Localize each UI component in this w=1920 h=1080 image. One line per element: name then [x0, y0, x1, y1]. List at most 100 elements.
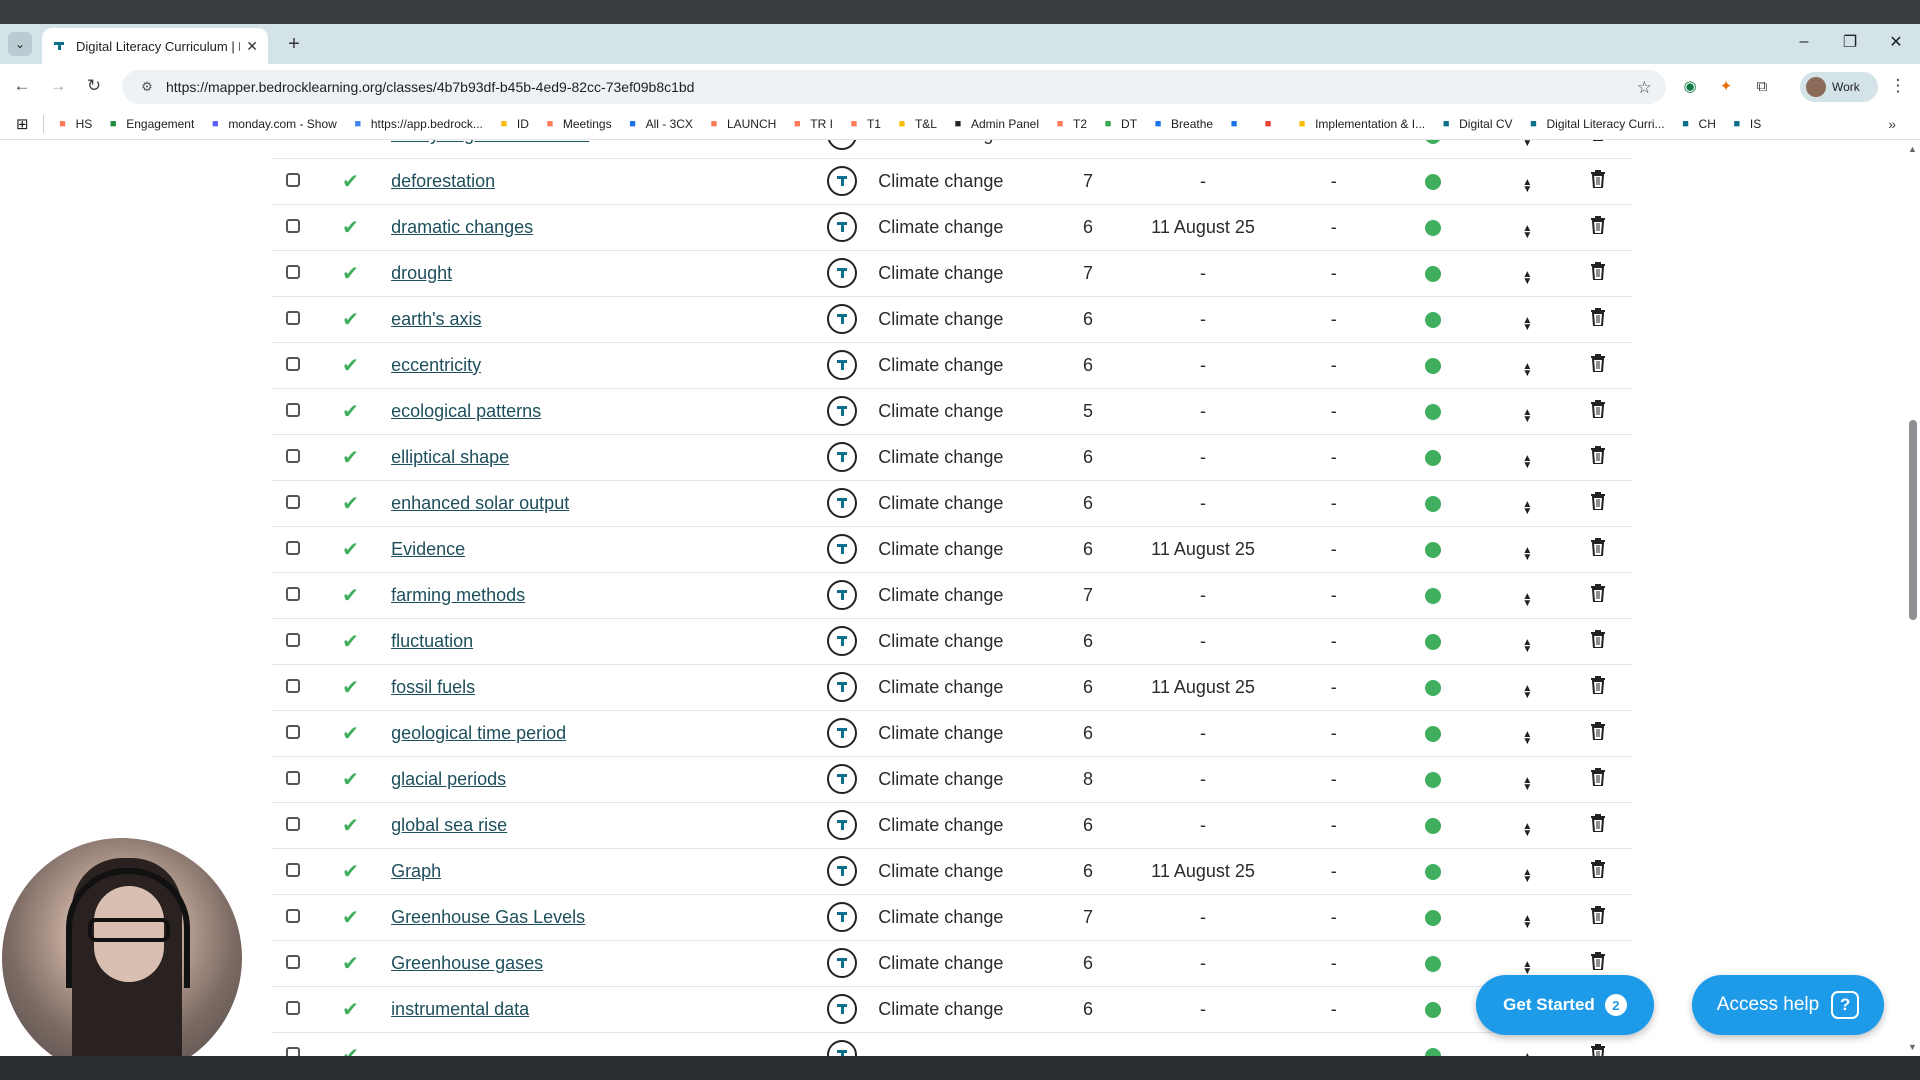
- row-checkbox[interactable]: [285, 494, 300, 509]
- sort-arrows-icon[interactable]: ▲▼: [1522, 178, 1532, 195]
- word-link[interactable]: elliptical shape: [391, 447, 509, 467]
- restore-icon[interactable]: ❐: [1836, 30, 1864, 54]
- sort-arrows-icon[interactable]: ▲▼: [1522, 224, 1532, 241]
- row-checkbox[interactable]: [285, 724, 300, 739]
- scroll-down-arrow-icon[interactable]: ▼: [1908, 1042, 1917, 1052]
- tab-search-chevron-icon[interactable]: ⌄: [8, 32, 32, 56]
- more-bookmarks-chevron-icon[interactable]: »: [1888, 116, 1896, 132]
- trash-icon[interactable]: [1590, 1043, 1606, 1057]
- row-checkbox[interactable]: [285, 218, 300, 233]
- word-link[interactable]: Graph: [391, 861, 441, 881]
- trash-icon[interactable]: [1590, 859, 1606, 879]
- word-link[interactable]: Greenhouse Gas Levels: [391, 907, 585, 927]
- trash-icon[interactable]: [1590, 583, 1606, 603]
- grammarly-extension-icon[interactable]: ◉: [1678, 74, 1702, 98]
- trash-icon[interactable]: [1590, 629, 1606, 649]
- word-link[interactable]: earth's axis: [391, 309, 481, 329]
- row-checkbox[interactable]: [285, 908, 300, 923]
- bookmark-item[interactable]: ■ monday.com - Show: [208, 117, 337, 131]
- tab-close-icon[interactable]: ✕: [246, 38, 258, 55]
- sort-arrows-icon[interactable]: ▲▼: [1522, 638, 1532, 655]
- word-link[interactable]: farming methods: [391, 585, 525, 605]
- sort-arrows-icon[interactable]: ▲▼: [1522, 362, 1532, 379]
- word-link[interactable]: drought: [391, 263, 452, 283]
- row-checkbox[interactable]: [285, 678, 300, 693]
- word-link[interactable]: instrumental data: [391, 999, 529, 1019]
- word-link[interactable]: Evidence: [391, 539, 465, 559]
- url-text[interactable]: https://mapper.bedrocklearning.org/class…: [166, 79, 694, 95]
- row-checkbox[interactable]: [285, 172, 300, 187]
- word-link[interactable]: dramatic changes: [391, 217, 533, 237]
- bookmark-item[interactable]: ■ Implementation & I...: [1295, 117, 1425, 131]
- sort-arrows-icon[interactable]: ▲▼: [1522, 684, 1532, 701]
- trash-icon[interactable]: [1590, 767, 1606, 787]
- bookmark-item[interactable]: ■ Digital CV: [1439, 117, 1513, 131]
- browser-menu-icon[interactable]: ⋮: [1886, 74, 1910, 98]
- row-checkbox[interactable]: [285, 402, 300, 417]
- bookmark-item[interactable]: ■ Meetings: [543, 117, 612, 131]
- trash-icon[interactable]: [1590, 491, 1606, 511]
- row-checkbox[interactable]: [285, 954, 300, 969]
- row-checkbox[interactable]: [285, 310, 300, 325]
- scroll-thumb[interactable]: [1909, 420, 1917, 620]
- word-link[interactable]: eccentricity: [391, 355, 481, 375]
- bookmark-item[interactable]: ■ Digital Literacy Curri...: [1527, 117, 1664, 131]
- trash-icon[interactable]: [1590, 307, 1606, 327]
- word-link[interactable]: global sea rise: [391, 815, 507, 835]
- trash-icon[interactable]: [1590, 445, 1606, 465]
- bookmark-item[interactable]: ■ Engagement: [106, 117, 194, 131]
- row-checkbox[interactable]: [285, 632, 300, 647]
- word-link[interactable]: fossil fuels: [391, 677, 475, 697]
- window-close-icon[interactable]: ✕: [1882, 30, 1910, 54]
- sort-arrows-icon[interactable]: ▲▼: [1522, 868, 1532, 885]
- word-link[interactable]: enhanced solar output: [391, 493, 569, 513]
- row-checkbox[interactable]: [285, 816, 300, 831]
- minimize-icon[interactable]: –: [1790, 30, 1818, 54]
- ai-sparkle-extension-icon[interactable]: ✦: [1714, 74, 1738, 98]
- trash-icon[interactable]: [1590, 721, 1606, 741]
- get-started-button[interactable]: Get Started 2: [1476, 975, 1654, 1035]
- tab-active[interactable]: Digital Literacy Curriculum | Be... ✕: [42, 28, 268, 64]
- word-link[interactable]: glacial periods: [391, 769, 506, 789]
- row-checkbox[interactable]: [285, 540, 300, 555]
- scrollbar[interactable]: ▲ ▼: [1906, 140, 1920, 1056]
- bookmark-item[interactable]: ■ HS: [56, 117, 92, 131]
- trash-icon[interactable]: [1590, 537, 1606, 557]
- row-checkbox[interactable]: [285, 770, 300, 785]
- forward-arrow-icon[interactable]: →: [46, 74, 70, 98]
- word-link[interactable]: fluctuation: [391, 631, 473, 651]
- bookmark-item[interactable]: ■ TR I: [790, 117, 833, 131]
- bookmark-item[interactable]: ■ CH: [1679, 117, 1716, 131]
- reload-icon[interactable]: ↻: [82, 74, 106, 98]
- bookmark-item[interactable]: ■ LAUNCH: [707, 117, 777, 131]
- trash-icon[interactable]: [1590, 215, 1606, 235]
- bookmark-item[interactable]: ■: [1261, 117, 1281, 131]
- row-checkbox[interactable]: [285, 448, 300, 463]
- trash-icon[interactable]: [1590, 813, 1606, 833]
- bookmark-item[interactable]: ■ All - 3CX: [626, 117, 693, 131]
- row-checkbox[interactable]: [285, 1000, 300, 1015]
- sort-arrows-icon[interactable]: ▲▼: [1522, 822, 1532, 839]
- bookmark-item[interactable]: ■ Admin Panel: [951, 117, 1039, 131]
- row-checkbox[interactable]: [285, 264, 300, 279]
- bookmark-item[interactable]: ■ https://app.bedrock...: [351, 117, 482, 131]
- bookmark-item[interactable]: ■ DT: [1101, 117, 1137, 131]
- trash-icon[interactable]: [1590, 905, 1606, 925]
- sort-arrows-icon[interactable]: ▲▼: [1522, 408, 1532, 425]
- bookmark-item[interactable]: ■ T&L: [895, 117, 937, 131]
- word-link[interactable]: geological time period: [391, 723, 566, 743]
- back-arrow-icon[interactable]: ←: [10, 74, 34, 98]
- extensions-puzzle-icon[interactable]: ⧉: [1750, 74, 1774, 98]
- word-link[interactable]: Greenhouse gases: [391, 953, 543, 973]
- trash-icon[interactable]: [1590, 261, 1606, 281]
- sort-arrows-icon[interactable]: ▲▼: [1522, 270, 1532, 287]
- sort-arrows-icon[interactable]: ▲▼: [1522, 730, 1532, 747]
- address-bar[interactable]: ⚙ https://mapper.bedrocklearning.org/cla…: [122, 70, 1666, 104]
- trash-icon[interactable]: [1590, 169, 1606, 189]
- row-checkbox[interactable]: [285, 862, 300, 877]
- sort-arrows-icon[interactable]: ▲▼: [1522, 960, 1532, 977]
- row-checkbox[interactable]: [285, 1046, 300, 1056]
- profile-chip[interactable]: Work: [1800, 72, 1878, 102]
- bookmark-item[interactable]: ■ Breathe: [1151, 117, 1213, 131]
- word-link[interactable]: decay of glaciers and ice: [391, 140, 589, 144]
